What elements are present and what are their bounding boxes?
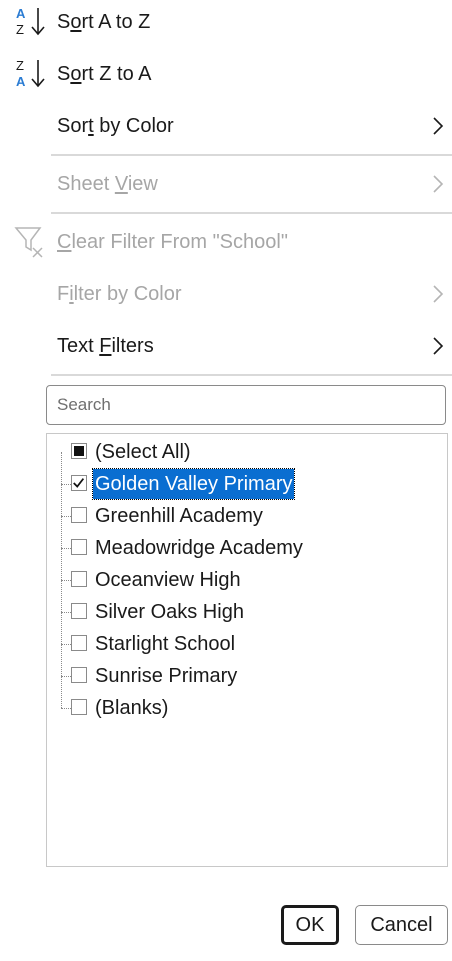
checkbox-unchecked[interactable] — [71, 635, 87, 651]
checkbox-checked[interactable] — [71, 475, 87, 491]
checkbox-unchecked[interactable] — [71, 699, 87, 715]
menu-item-sort-z-to-a[interactable]: Z A Sort Z to A — [0, 52, 452, 96]
tree-connector — [61, 644, 71, 645]
chevron-right-icon — [433, 337, 444, 355]
tree-connector — [61, 580, 71, 581]
tree-connector — [61, 676, 71, 677]
menu-separator — [51, 212, 452, 214]
list-item[interactable]: Silver Oaks High — [61, 597, 441, 627]
list-item-select-all[interactable]: (Select All) — [61, 437, 441, 467]
chevron-right-icon — [433, 175, 444, 193]
checkbox-unchecked[interactable] — [71, 539, 87, 555]
menu-item-text-filters[interactable]: Text Filters — [0, 324, 452, 368]
menu-separator — [51, 154, 452, 156]
list-item-label: Starlight School — [95, 633, 236, 655]
list-item-label: (Blanks) — [95, 697, 169, 719]
tree-connector — [61, 516, 71, 517]
menu-item-clear-filter: Clear Filter From "School" — [0, 220, 452, 264]
tree-connector — [61, 708, 71, 709]
checkbox-unchecked[interactable] — [71, 571, 87, 587]
menu-separator — [51, 374, 452, 376]
sort-a-to-z-icon: A Z — [16, 6, 45, 37]
menu-label-text-filters: Text Filters — [57, 335, 154, 357]
ok-button[interactable]: OK — [281, 905, 339, 945]
search-field[interactable] — [46, 385, 446, 425]
list-item[interactable]: Meadowridge Academy — [61, 533, 441, 563]
menu-item-sort-a-to-z[interactable]: A Z Sort A to Z — [0, 0, 452, 44]
clear-filter-icon — [14, 227, 43, 258]
svg-text:Z: Z — [16, 22, 24, 37]
search-input[interactable] — [47, 386, 445, 424]
menu-label-clear-filter: Clear Filter From "School" — [57, 231, 288, 253]
chevron-right-icon — [433, 117, 444, 135]
menu-label-sort-a-to-z: Sort A to Z — [57, 11, 151, 33]
svg-text:Z: Z — [16, 58, 24, 73]
list-item[interactable]: Starlight School — [61, 629, 441, 659]
menu-item-sheet-view: Sheet View — [0, 162, 452, 206]
list-item[interactable]: Golden Valley Primary — [61, 468, 441, 500]
tree-connector — [61, 548, 71, 549]
checkbox-partial[interactable] — [71, 443, 87, 459]
menu-label-filter-by-color: Filter by Color — [57, 283, 182, 305]
checkmark-icon — [73, 478, 85, 488]
list-item-label: Golden Valley Primary — [91, 468, 296, 500]
menu-label-sheet-view: Sheet View — [57, 173, 158, 195]
list-item[interactable]: Sunrise Primary — [61, 661, 441, 691]
checkbox-unchecked[interactable] — [71, 667, 87, 683]
tree-connector — [61, 612, 71, 613]
svg-text:A: A — [16, 74, 26, 89]
list-item-label: Greenhill Academy — [95, 505, 263, 527]
tree-connector — [61, 484, 71, 485]
svg-text:A: A — [16, 6, 26, 21]
chevron-right-icon — [433, 285, 444, 303]
cancel-button[interactable]: Cancel — [355, 905, 448, 945]
list-item[interactable]: Greenhill Academy — [61, 501, 441, 531]
list-item-label: Oceanview High — [95, 569, 241, 591]
list-item-label: Silver Oaks High — [95, 601, 244, 623]
sort-z-to-a-icon: Z A — [16, 58, 45, 89]
menu-item-filter-by-color: Filter by Color — [0, 272, 452, 316]
list-item-label: Meadowridge Academy — [95, 537, 303, 559]
list-item-label: Sunrise Primary — [95, 665, 238, 687]
list-item-label: (Select All) — [95, 441, 191, 463]
checkbox-unchecked[interactable] — [71, 603, 87, 619]
list-item-blanks[interactable]: (Blanks) — [61, 693, 441, 723]
menu-item-sort-by-color[interactable]: Sort by Color — [0, 104, 452, 148]
menu-label-sort-by-color: Sort by Color — [57, 115, 174, 137]
checkbox-unchecked[interactable] — [71, 507, 87, 523]
list-item[interactable]: Oceanview High — [61, 565, 441, 595]
menu-label-sort-z-to-a: Sort Z to A — [57, 63, 152, 85]
